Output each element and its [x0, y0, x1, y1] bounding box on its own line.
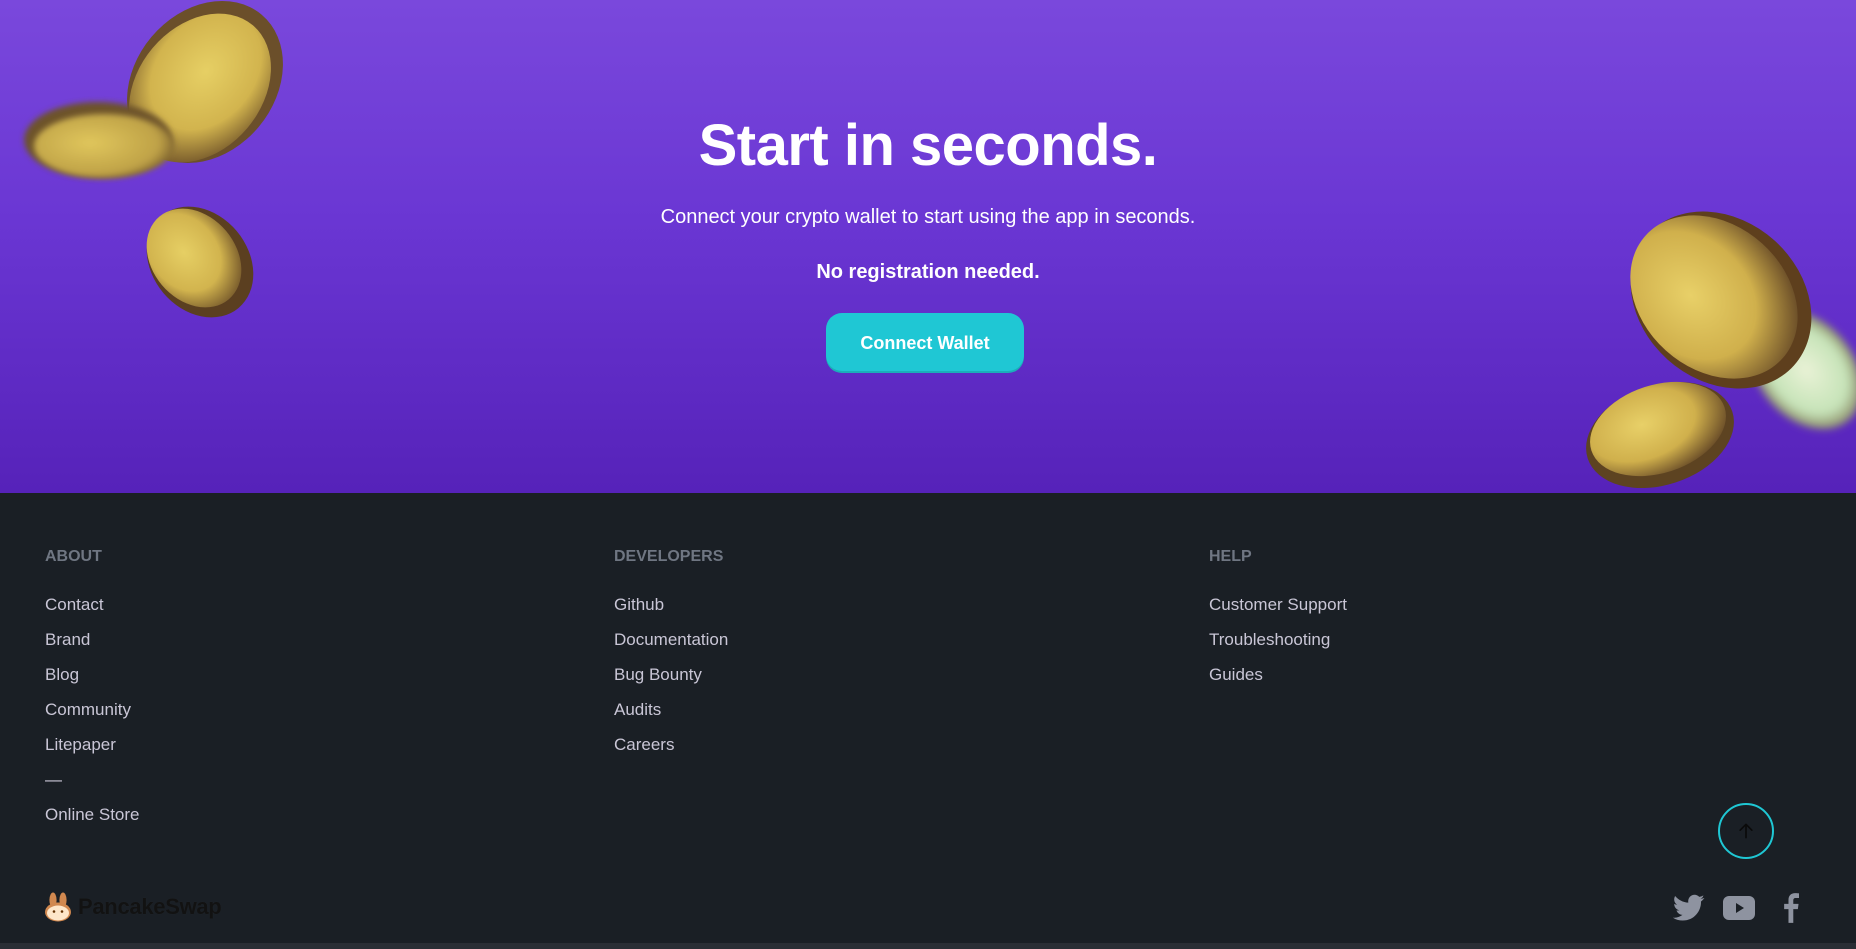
footer-column-about: ABOUT Contact Brand Blog Community Litep… — [45, 545, 140, 832]
youtube-icon — [1723, 896, 1755, 920]
twitter-link[interactable] — [1672, 893, 1706, 923]
facebook-link[interactable] — [1778, 893, 1804, 923]
footer-separator: — — [45, 770, 62, 789]
hero-title: Start in seconds. — [698, 113, 1158, 178]
brand-name: PancakeSwap — [78, 894, 222, 919]
footer-link-github[interactable]: Github — [614, 587, 728, 622]
footer-link-documentation[interactable]: Documentation — [614, 622, 728, 657]
arrow-up-icon — [1739, 823, 1753, 839]
bunny-logo-icon — [45, 892, 71, 922]
footer-link-contact[interactable]: Contact — [45, 587, 140, 622]
hero-section: Start in seconds. Connect your crypto wa… — [0, 0, 1856, 493]
footer-link-brand[interactable]: Brand — [45, 622, 140, 657]
window-bottom-edge — [0, 943, 1856, 949]
footer-link-careers[interactable]: Careers — [614, 727, 728, 762]
footer-link-troubleshooting[interactable]: Troubleshooting — [1209, 622, 1347, 657]
twitter-icon — [1673, 894, 1705, 921]
footer-link-guides[interactable]: Guides — [1209, 657, 1347, 692]
hero-subtitle: Connect your crypto wallet to start usin… — [660, 206, 1196, 228]
footer-link-blog[interactable]: Blog — [45, 657, 140, 692]
footer-heading-help: HELP — [1209, 548, 1252, 565]
footer-column-help: HELP Customer Support Troubleshooting Gu… — [1209, 545, 1347, 692]
footer-brand-logo[interactable]: PancakeSwap — [44, 892, 222, 922]
footer-link-litepaper[interactable]: Litepaper — [45, 727, 140, 762]
footer: ABOUT Contact Brand Blog Community Litep… — [0, 493, 1856, 945]
footer-link-community[interactable]: Community — [45, 692, 140, 727]
back-to-top-button[interactable] — [1718, 803, 1774, 859]
hero-note: No registration needed. — [816, 261, 1040, 283]
footer-link-audits[interactable]: Audits — [614, 692, 728, 727]
coin-decoration-right — [1586, 211, 1856, 489]
footer-column-developers: DEVELOPERS Github Documentation Bug Boun… — [614, 545, 728, 762]
footer-heading-about: ABOUT — [45, 548, 102, 565]
footer-link-online-store[interactable]: Online Store — [45, 797, 140, 832]
footer-link-bug-bounty[interactable]: Bug Bounty — [614, 657, 728, 692]
connect-wallet-button[interactable]: Connect Wallet — [826, 313, 1024, 373]
footer-heading-developers: DEVELOPERS — [614, 548, 724, 565]
youtube-link[interactable] — [1722, 893, 1756, 923]
footer-link-customer-support[interactable]: Customer Support — [1209, 587, 1347, 622]
facebook-icon — [1784, 893, 1799, 923]
